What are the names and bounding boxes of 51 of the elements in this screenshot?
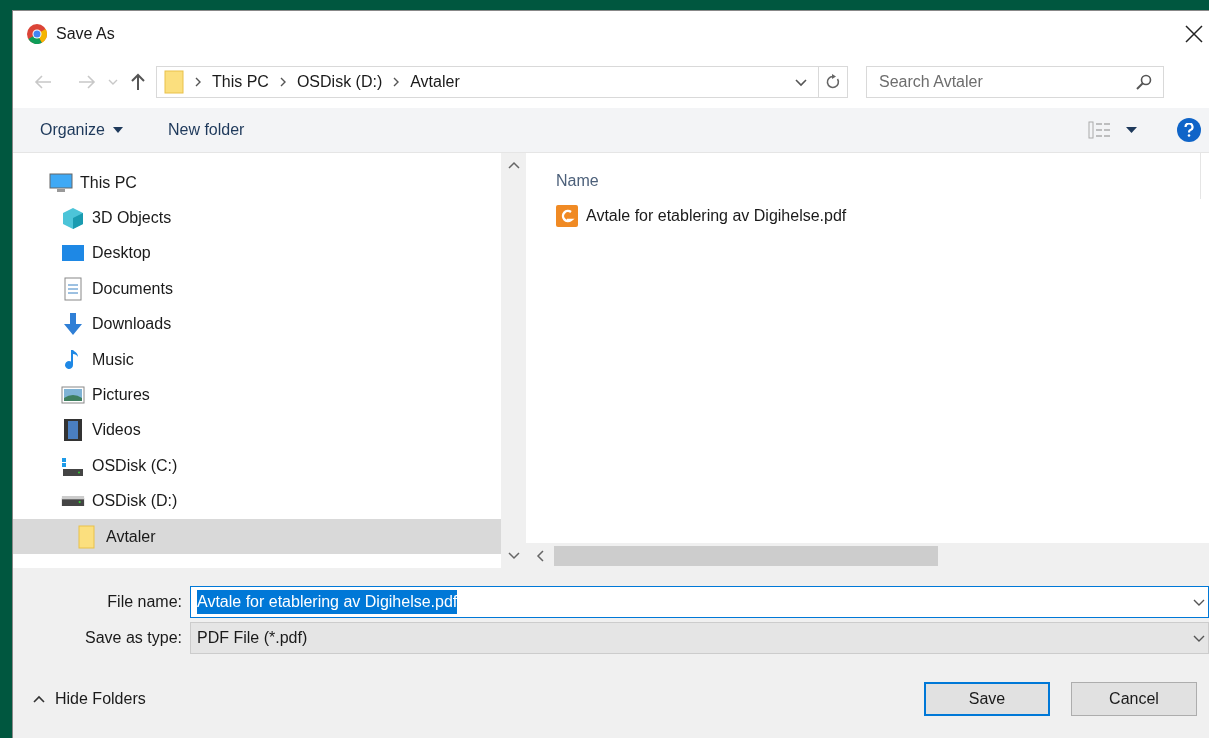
drive-icon <box>61 496 85 507</box>
window-title: Save As <box>56 23 115 44</box>
browser-logo-icon <box>27 23 47 44</box>
field-label: Save as type: <box>84 628 183 648</box>
cube-icon <box>61 206 85 231</box>
down-arrow-icon <box>61 312 85 337</box>
dialog-button[interactable]: Cancel <box>1071 682 1197 716</box>
pdf-file-icon <box>556 205 578 227</box>
chevron-right-icon <box>194 77 202 87</box>
help-button[interactable] <box>1177 118 1201 142</box>
breadcrumb[interactable]: OSDisk (D:) <box>296 70 383 94</box>
document-icon <box>61 276 85 301</box>
address-bar[interactable]: This PC OSDisk (D:) Avtaler <box>156 66 848 98</box>
chevron-right-icon <box>392 77 401 87</box>
chevron-down-icon[interactable] <box>507 552 520 560</box>
column-header[interactable]: Name <box>556 169 599 193</box>
chevron-left-icon[interactable] <box>536 549 544 562</box>
tree-item[interactable]: OSDisk (C:) <box>13 448 501 484</box>
file-type-dropdown[interactable]: PDF File (*.pdf) <box>190 622 1209 654</box>
tree-item[interactable]: Avtaler <box>13 518 501 555</box>
organize-button[interactable]: Organize <box>40 118 123 142</box>
tree-item[interactable]: Downloads <box>13 306 501 342</box>
new-folder-button[interactable]: New folder <box>167 118 245 142</box>
file-item[interactable]: Avtale for etablering av Digihelse.pdf <box>556 201 1209 231</box>
tree-item[interactable]: Music <box>13 341 501 378</box>
close-icon <box>1185 24 1203 43</box>
caret-icon <box>112 127 123 133</box>
dialog-button[interactable]: Save <box>924 682 1050 716</box>
search-field[interactable]: Search Avtaler <box>866 66 1164 98</box>
file-name-field[interactable]: Avtale for etablering av Digihelse.pdf <box>190 586 1209 618</box>
tree-item[interactable]: Videos <box>13 412 501 449</box>
breadcrumb[interactable]: This PC <box>212 70 269 94</box>
caret-icon[interactable] <box>1126 127 1137 133</box>
field-label: File name: <box>106 592 183 612</box>
computer-icon <box>49 170 73 195</box>
chevron-right-icon <box>278 77 287 87</box>
tree-item[interactable]: Pictures <box>13 377 501 413</box>
chevron-up-icon <box>33 695 45 703</box>
film-icon <box>61 418 85 443</box>
breadcrumb[interactable]: Avtaler <box>410 70 460 94</box>
chevron-up-icon[interactable] <box>507 161 520 169</box>
search-icon <box>1136 74 1152 90</box>
question-icon <box>1184 123 1194 137</box>
tree-item[interactable]: This PC <box>13 165 501 201</box>
refresh-icon[interactable] <box>825 74 841 90</box>
folder-icon <box>164 70 184 94</box>
tree-item[interactable]: OSDisk (D:) <box>13 483 501 519</box>
tree-item[interactable]: 3D Objects <box>13 200 501 236</box>
tree-item[interactable]: Desktop <box>13 235 501 272</box>
hide-folders-button[interactable]: Hide Folders <box>33 687 146 711</box>
tree-item[interactable]: Documents <box>13 271 501 307</box>
